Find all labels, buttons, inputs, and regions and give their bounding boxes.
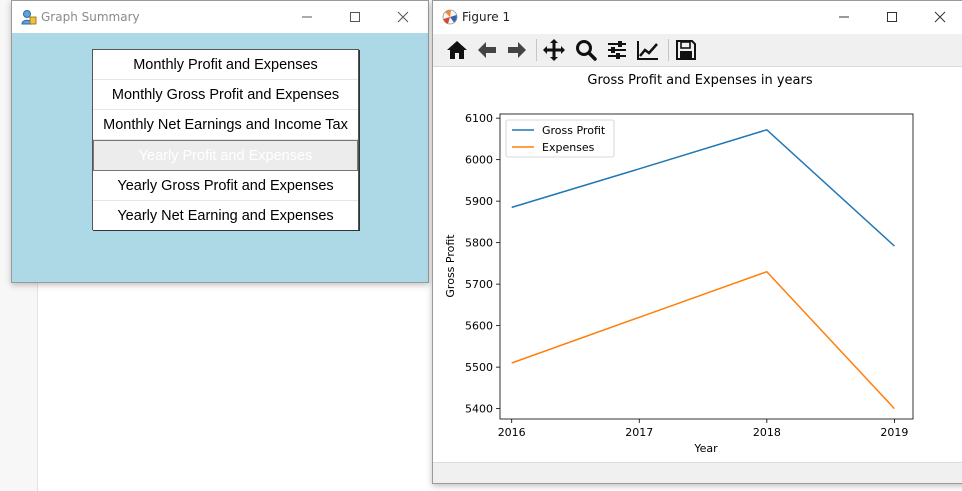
subplots-config-icon bbox=[608, 41, 626, 59]
matplotlib-icon bbox=[442, 9, 458, 25]
minimize-button[interactable] bbox=[284, 1, 330, 33]
edit-axis-icon bbox=[637, 41, 658, 60]
app-icon bbox=[21, 10, 37, 25]
monthly-gross-profit-expenses-button[interactable]: Monthly Gross Profit and Expenses bbox=[93, 80, 358, 110]
forward-button[interactable] bbox=[504, 37, 530, 63]
window-title: Graph Summary bbox=[41, 10, 140, 24]
y-tick-label: 6000 bbox=[465, 154, 493, 167]
chart-title: Gross Profit and Expenses in years bbox=[587, 73, 812, 88]
minimize-icon bbox=[302, 16, 312, 18]
maximize-button[interactable] bbox=[332, 1, 378, 33]
minimize-button[interactable] bbox=[821, 1, 867, 33]
plot-canvas[interactable]: Gross Profit and Expenses in years 54005… bbox=[433, 66, 962, 463]
close-icon bbox=[397, 11, 409, 23]
y-axis: 5400 5500 5600 5700 5800 5900 6000 6100 bbox=[465, 112, 500, 416]
back-arrow-icon bbox=[478, 42, 496, 58]
x-tick-label: 2018 bbox=[753, 426, 781, 439]
y-tick-label: 5400 bbox=[465, 403, 493, 416]
toolbar-separator bbox=[536, 39, 537, 61]
y-tick-label: 5800 bbox=[465, 237, 493, 250]
maximize-icon bbox=[350, 12, 360, 22]
home-icon bbox=[447, 41, 467, 59]
zoom-button[interactable] bbox=[573, 37, 599, 63]
pan-icon bbox=[543, 39, 565, 61]
legend-label: Expenses bbox=[542, 141, 595, 154]
y-axis-label: Gross Profit bbox=[444, 234, 457, 298]
graph-button-list: Monthly Profit and Expenses Monthly Gros… bbox=[92, 49, 359, 230]
close-icon bbox=[934, 11, 946, 23]
zoom-icon bbox=[576, 40, 597, 61]
save-icon bbox=[676, 40, 696, 60]
title-bar[interactable]: Graph Summary bbox=[12, 1, 428, 33]
edit-axis-button[interactable] bbox=[635, 37, 661, 63]
y-tick-label: 5600 bbox=[465, 320, 493, 333]
yearly-net-earning-expenses-button[interactable]: Yearly Net Earning and Expenses bbox=[93, 201, 358, 230]
y-tick-label: 5900 bbox=[465, 195, 493, 208]
home-button[interactable] bbox=[444, 37, 470, 63]
forward-arrow-icon bbox=[508, 42, 526, 58]
title-bar[interactable]: Figure 1 bbox=[433, 1, 962, 33]
monthly-profit-expenses-button[interactable]: Monthly Profit and Expenses bbox=[93, 50, 358, 80]
x-tick-label: 2016 bbox=[498, 426, 526, 439]
toolbar-separator bbox=[668, 39, 669, 61]
close-button[interactable] bbox=[380, 1, 426, 33]
close-button[interactable] bbox=[917, 1, 962, 33]
legend-label: Gross Profit bbox=[542, 124, 606, 137]
yearly-gross-profit-expenses-button[interactable]: Yearly Gross Profit and Expenses bbox=[93, 171, 358, 201]
x-tick-label: 2017 bbox=[625, 426, 653, 439]
legend: Gross Profit Expenses bbox=[505, 119, 615, 158]
x-tick-label: 2019 bbox=[880, 426, 908, 439]
yearly-profit-expenses-button[interactable]: Yearly Profit and Expenses bbox=[93, 140, 358, 171]
minimize-icon bbox=[839, 16, 849, 18]
monthly-net-earnings-income-tax-button[interactable]: Monthly Net Earnings and Income Tax bbox=[93, 110, 358, 140]
graph-summary-window: Graph Summary Monthly Profit and Expense… bbox=[11, 0, 429, 283]
subplots-config-button[interactable] bbox=[604, 37, 630, 63]
status-bar bbox=[433, 462, 962, 483]
y-tick-label: 6100 bbox=[465, 112, 493, 125]
window-title: Figure 1 bbox=[462, 10, 511, 24]
x-axis: 2016 2017 2018 2019 bbox=[498, 419, 908, 439]
save-button[interactable] bbox=[673, 37, 699, 63]
figure-window: Figure 1 Gross Profit and Expenses in ye… bbox=[432, 0, 962, 484]
back-button[interactable] bbox=[474, 37, 500, 63]
maximize-icon bbox=[887, 12, 897, 22]
axes-frame bbox=[499, 113, 914, 420]
y-tick-label: 5700 bbox=[465, 278, 493, 291]
navigation-toolbar bbox=[433, 34, 962, 67]
y-tick-label: 5500 bbox=[465, 361, 493, 374]
pan-button[interactable] bbox=[541, 37, 567, 63]
x-axis-label: Year bbox=[693, 442, 718, 455]
maximize-button[interactable] bbox=[869, 1, 915, 33]
